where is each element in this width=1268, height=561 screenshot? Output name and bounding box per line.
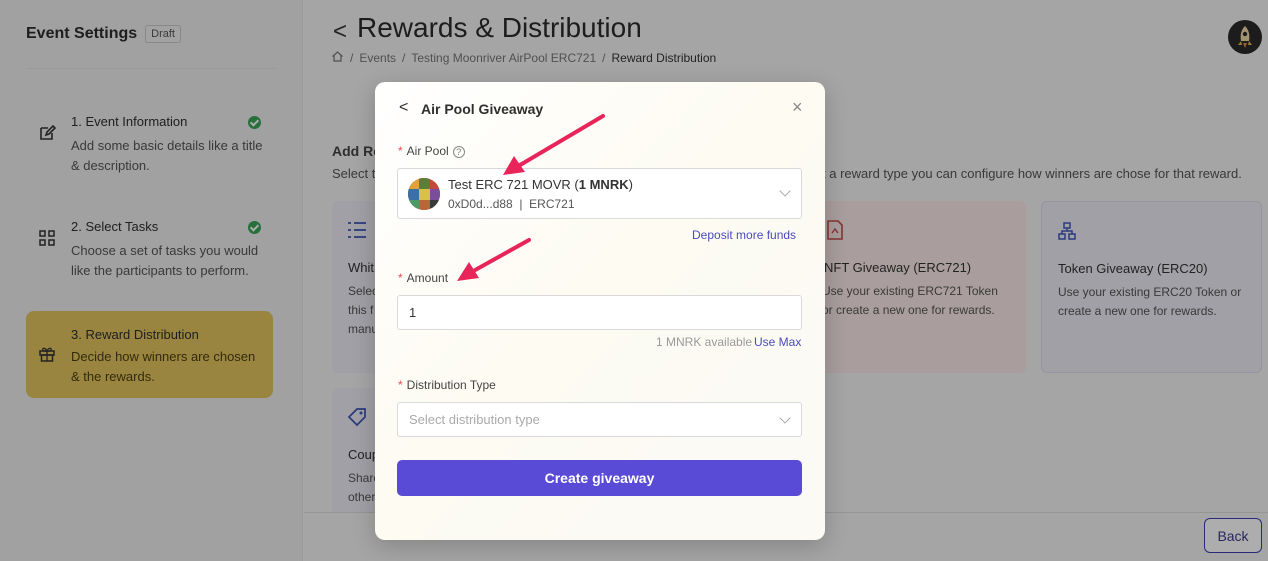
- distribution-type-label: * Distribution Type: [398, 378, 496, 392]
- amount-input[interactable]: 1: [397, 295, 802, 330]
- pool-address: 0xD0d...d88 | ERC721: [448, 197, 575, 211]
- use-max-link[interactable]: Use Max: [754, 335, 801, 349]
- available-text: 1 MNRK available: [656, 335, 753, 349]
- required-marker: *: [398, 271, 403, 285]
- pool-avatar: [408, 178, 440, 210]
- help-icon[interactable]: ?: [452, 146, 465, 158]
- pool-name-prefix: Test ERC 721 MOVR (: [448, 177, 579, 192]
- air-pool-giveaway-modal: < Air Pool Giveaway × * Air Pool? Test ER…: [375, 82, 825, 540]
- pool-name: Test ERC 721 MOVR (1 MNRK): [448, 177, 633, 192]
- distribution-type-select[interactable]: Select distribution type: [397, 402, 802, 437]
- required-marker: *: [398, 144, 403, 158]
- available-balance: 1 MNRK available: [656, 335, 752, 349]
- create-giveaway-button[interactable]: Create giveaway: [397, 460, 802, 496]
- deposit-more-funds-link[interactable]: Deposit more funds: [692, 228, 796, 242]
- modal-back-icon[interactable]: <: [399, 99, 408, 117]
- amount-label: * Amount: [398, 271, 448, 285]
- amount-label-text: Amount: [406, 271, 449, 285]
- close-icon[interactable]: ×: [792, 97, 803, 118]
- pool-balance: 1 MNRK: [578, 177, 629, 192]
- air-pool-label-text: Air Pool: [406, 144, 449, 158]
- required-marker: *: [398, 378, 403, 392]
- pool-name-suffix: ): [628, 177, 633, 192]
- modal-title: Air Pool Giveaway: [421, 101, 544, 117]
- chevron-down-icon: [779, 412, 791, 424]
- air-pool-select[interactable]: Test ERC 721 MOVR (1 MNRK) 0xD0d...d88 |…: [397, 168, 802, 219]
- air-pool-label: * Air Pool?: [398, 144, 465, 158]
- distribution-type-placeholder: Select distribution type: [409, 412, 540, 427]
- distribution-type-label-text: Distribution Type: [406, 378, 496, 392]
- chevron-down-icon: [779, 185, 791, 197]
